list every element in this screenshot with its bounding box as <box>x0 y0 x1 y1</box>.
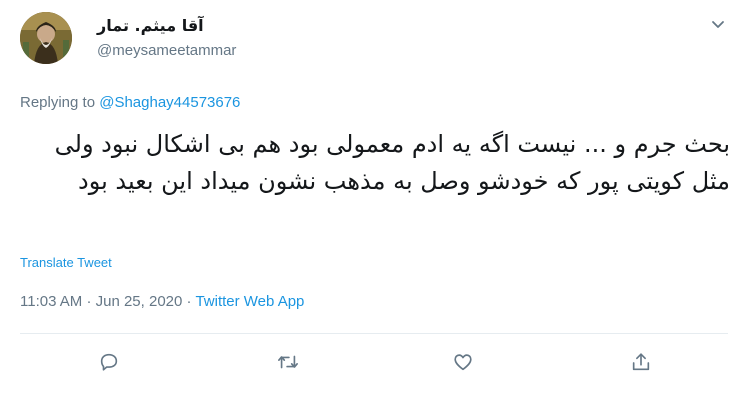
reply-button[interactable] <box>95 350 123 378</box>
tweet-date[interactable]: Jun 25, 2020 <box>96 293 183 310</box>
replying-to-label: Replying to <box>20 94 96 111</box>
tweet-meta: 11:03 AM · Jun 25, 2020 · Twitter Web Ap… <box>20 293 304 310</box>
replying-to: Replying to @Shaghay44573676 <box>20 94 240 111</box>
tweet-text: بحث جرم و ... نیست اگه یه ادم معمولی بود… <box>54 130 730 195</box>
author-display-name[interactable]: آقا میثم. تمار <box>97 16 204 35</box>
reply-mention-link[interactable]: @Shaghay44573676 <box>99 94 240 111</box>
share-button[interactable] <box>627 350 655 378</box>
chevron-down-icon <box>710 16 726 36</box>
meta-separator-2: · <box>186 293 192 310</box>
more-options-button[interactable] <box>706 14 730 38</box>
reply-icon <box>98 351 120 377</box>
avatar[interactable] <box>20 12 72 64</box>
like-button[interactable] <box>449 350 477 378</box>
share-icon <box>630 351 652 377</box>
retweet-button[interactable] <box>274 350 302 378</box>
translate-tweet-link[interactable]: Translate Tweet <box>20 255 112 270</box>
meta-separator-1: · <box>86 293 92 310</box>
tweet-time[interactable]: 11:03 AM <box>20 293 82 310</box>
tweet-source-app[interactable]: Twitter Web App <box>195 293 304 310</box>
retweet-icon <box>276 351 300 377</box>
like-icon <box>452 351 474 377</box>
author-handle[interactable]: @meysameetammar <box>97 42 236 59</box>
action-divider <box>20 333 728 334</box>
